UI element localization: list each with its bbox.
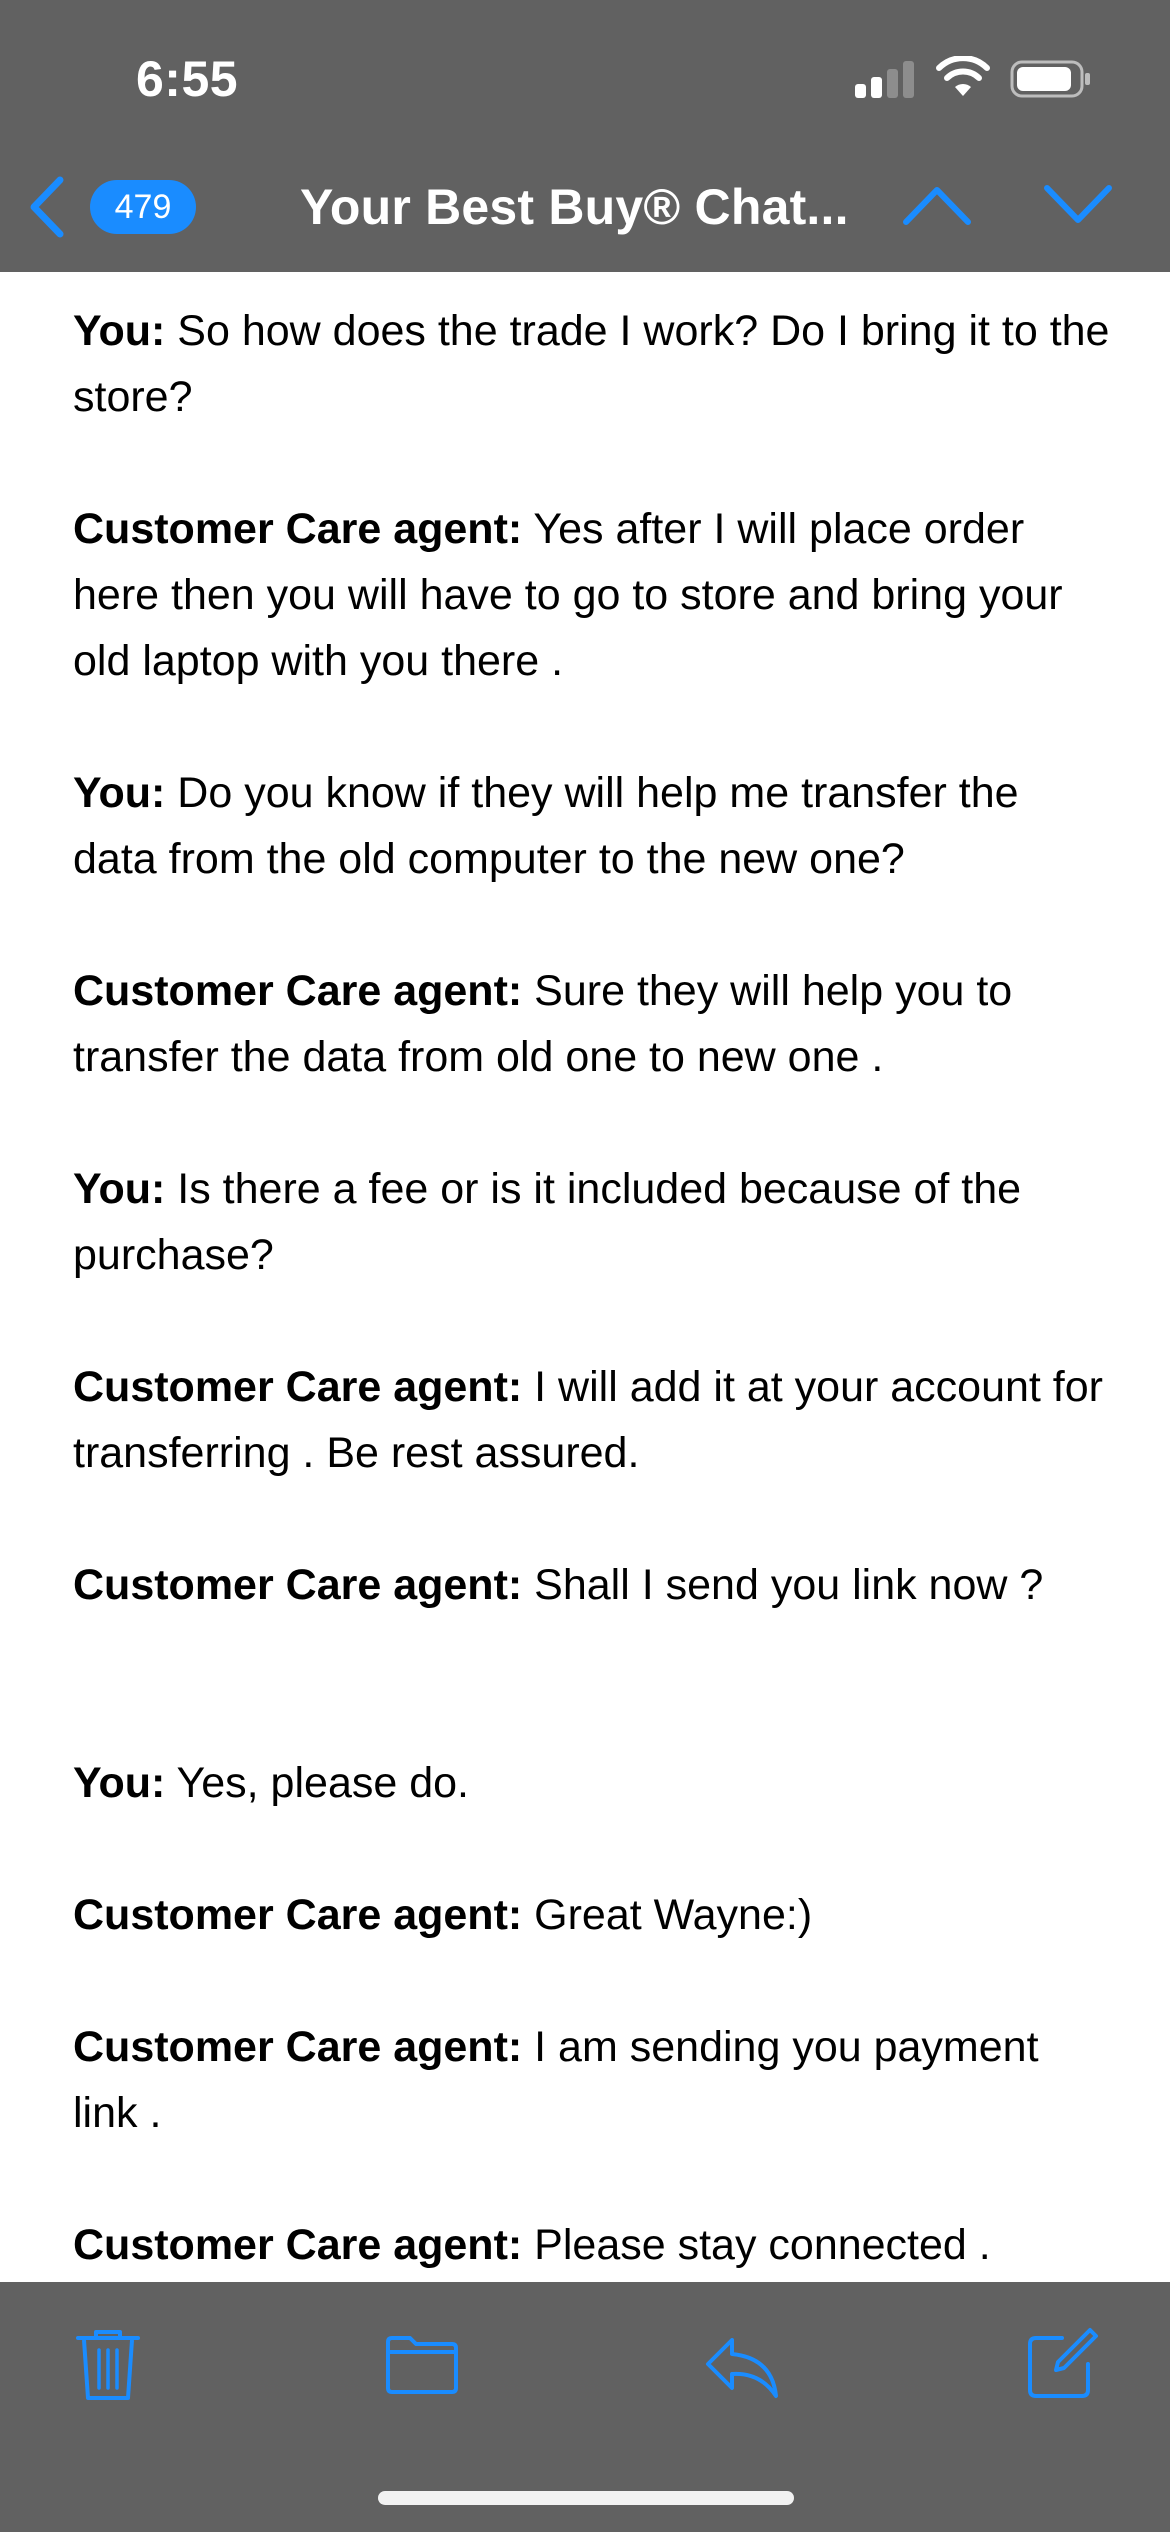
- next-message-chevron-down-icon[interactable]: [1043, 180, 1113, 230]
- chat-message: Customer Care agent: Great Wayne:): [73, 1882, 1113, 1948]
- cellular-signal-icon: [855, 60, 915, 98]
- message-speaker: Customer Care agent:: [73, 1363, 523, 1411]
- chat-message: Customer Care agent: Sure they will help…: [73, 958, 1113, 1090]
- previous-message-chevron-up-icon[interactable]: [902, 180, 972, 230]
- email-body[interactable]: You: So how does the trade I work? Do I …: [73, 272, 1113, 2282]
- message-subject-title: Your Best Buy® Chat...: [300, 179, 849, 235]
- folder-icon[interactable]: [382, 2324, 462, 2404]
- message-speaker: Customer Care agent:: [73, 2023, 523, 2071]
- battery-icon: [1010, 60, 1090, 98]
- message-text: So how does the trade I work? Do I bring…: [73, 307, 1110, 421]
- chat-message: Customer Care agent: I will add it at yo…: [73, 1354, 1113, 1486]
- message-text: Shall I send you link now ?: [522, 1561, 1044, 1609]
- message-text: Yes, please do.: [165, 1759, 470, 1807]
- home-indicator[interactable]: [378, 2491, 794, 2505]
- compose-icon[interactable]: [1022, 2324, 1102, 2404]
- chat-message: Customer Care agent: I am sending you pa…: [73, 2014, 1113, 2146]
- message-speaker: Customer Care agent:: [73, 505, 523, 553]
- message-speaker: Customer Care agent:: [73, 967, 523, 1015]
- chat-message: You: Yes, please do.: [73, 1750, 1113, 1816]
- chat-message: You: Do you know if they will help me tr…: [73, 760, 1113, 892]
- message-text: Great Wayne:): [522, 1891, 813, 1939]
- unread-count-badge[interactable]: 479: [90, 180, 196, 234]
- message-speaker: You:: [73, 1165, 166, 1213]
- message-text: Do you know if they will help me transfe…: [73, 769, 1019, 883]
- chat-message: You: So how does the trade I work? Do I …: [73, 298, 1113, 430]
- message-speaker: Customer Care agent:: [73, 2221, 523, 2269]
- message-speaker: Customer Care agent:: [73, 1561, 523, 1609]
- wifi-icon: [936, 56, 990, 96]
- message-speaker: You:: [73, 769, 166, 817]
- chat-message: Customer Care agent: Please stay connect…: [73, 2212, 1113, 2278]
- trash-icon[interactable]: [68, 2324, 148, 2404]
- status-time: 6:55: [136, 51, 239, 107]
- message-text: Please stay connected .: [522, 2221, 991, 2269]
- message-text: Is there a fee or is it included because…: [73, 1165, 1022, 1279]
- back-chevron-icon[interactable]: [24, 174, 68, 240]
- reply-icon[interactable]: [702, 2324, 782, 2404]
- message-speaker: Customer Care agent:: [73, 1891, 523, 1939]
- top-bar: 6:55 479 Your Best Buy® Chat...: [0, 0, 1170, 272]
- message-speaker: You:: [73, 1759, 166, 1807]
- chat-message: Customer Care agent: Shall I send you li…: [73, 1552, 1113, 1618]
- message-speaker: You:: [73, 307, 166, 355]
- chat-message: Customer Care agent: Yes after I will pl…: [73, 496, 1113, 694]
- chat-message: You: Is there a fee or is it included be…: [73, 1156, 1113, 1288]
